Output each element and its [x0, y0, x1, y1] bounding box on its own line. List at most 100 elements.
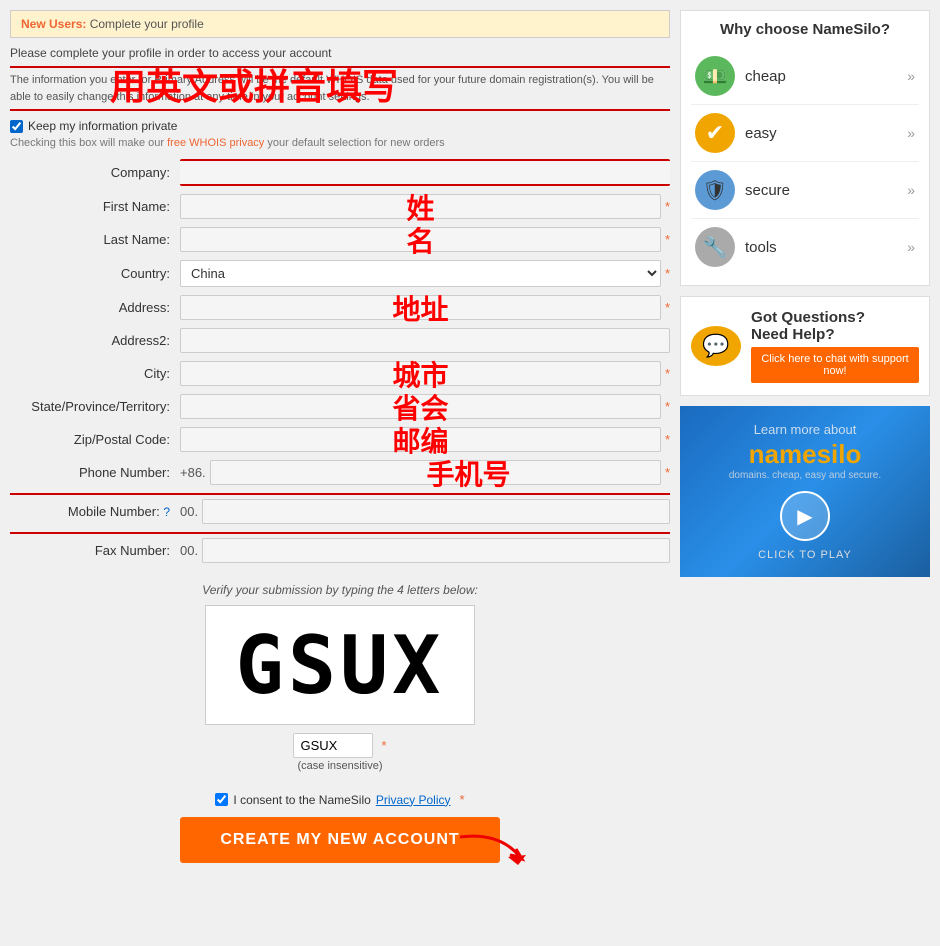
mobile-input-wrap: 00.	[180, 499, 670, 524]
info-text-block: The information you enter for Primary Ad…	[10, 66, 670, 111]
address2-input-wrap	[180, 328, 670, 353]
mobile-prefix: 00.	[180, 504, 198, 519]
city-row: City: 城市 *	[10, 361, 670, 386]
country-row: Country: China *	[10, 260, 670, 287]
phone-row: Phone Number: +86. 手机号 *	[10, 460, 670, 485]
cheap-icon: 💵	[695, 56, 735, 96]
address2-row: Address2:	[10, 328, 670, 353]
country-label: Country:	[10, 266, 180, 281]
submit-row: CREATE MY NEW ACCOUNT	[10, 817, 670, 863]
sidebar-why-title: Why choose NameSilo?	[691, 21, 919, 38]
state-input-wrap: 省会	[180, 394, 661, 419]
easy-icon: ✔	[695, 113, 735, 153]
lastname-input[interactable]	[180, 227, 661, 252]
captcha-case-note: (case insensitive)	[10, 760, 670, 772]
banner-text: Complete your profile	[90, 17, 204, 31]
privacy-policy-link[interactable]: Privacy Policy	[376, 793, 451, 807]
address-label: Address:	[10, 300, 180, 315]
cheap-chevron-icon: »	[907, 68, 915, 84]
overlay-hint: 用英文或拼音填写	[110, 60, 398, 114]
privacy-note: Checking this box will make our free WHO…	[10, 137, 670, 149]
support-chat-button[interactable]: Click here to chat with support now!	[751, 347, 919, 383]
consent-label: I consent to the NameSilo	[233, 793, 370, 807]
mobile-row: Mobile Number: ? 00.	[10, 499, 670, 524]
mobile-label: Mobile Number: ?	[10, 504, 180, 519]
city-input[interactable]	[180, 361, 661, 386]
lastname-row: Last Name: 名 *	[10, 227, 670, 252]
support-bubble-icon: 💬	[691, 326, 741, 366]
phone-prefix: +86.	[180, 465, 206, 480]
mobile-help-icon[interactable]: ?	[163, 505, 170, 519]
sidebar-item-easy[interactable]: ✔ easy »	[691, 105, 919, 162]
fax-label: Fax Number:	[10, 543, 180, 558]
zip-input[interactable]	[180, 427, 661, 452]
sidebar-item-tools[interactable]: 🔧 tools »	[691, 219, 919, 275]
consent-checkbox[interactable]	[215, 793, 228, 806]
consent-required: *	[460, 792, 465, 807]
sidebar-why-section: Why choose NameSilo? 💵 cheap » ✔ easy » …	[680, 10, 930, 286]
captcha-input[interactable]	[293, 733, 373, 758]
country-input-wrap: China	[180, 260, 661, 287]
click-to-play-text: CLICK TO PLAY	[690, 549, 920, 561]
video-promo-section: Learn more about namesilo domains. cheap…	[680, 406, 930, 577]
captcha-code: GSUX	[236, 619, 445, 712]
state-required: *	[665, 399, 670, 414]
consent-row: I consent to the NameSilo Privacy Policy…	[10, 792, 670, 807]
address2-label: Address2:	[10, 333, 180, 348]
address-input[interactable]	[180, 295, 661, 320]
phone-label: Phone Number:	[10, 465, 180, 480]
city-input-wrap: 城市	[180, 361, 661, 386]
firstname-input[interactable]	[180, 194, 661, 219]
lastname-required: *	[665, 232, 670, 247]
phone-input[interactable]	[210, 460, 661, 485]
whois-link[interactable]: free WHOIS privacy	[167, 137, 264, 149]
tools-label: tools	[745, 239, 907, 256]
firstname-label: First Name:	[10, 199, 180, 214]
captcha-label: Verify your submission by typing the 4 l…	[10, 583, 670, 597]
phone-required: *	[665, 465, 670, 480]
lastname-label: Last Name:	[10, 232, 180, 247]
state-input[interactable]	[180, 394, 661, 419]
company-input[interactable]	[180, 159, 670, 186]
namesilo-brand: namesilo	[690, 439, 920, 470]
lastname-input-wrap: 名	[180, 227, 661, 252]
country-required: *	[665, 266, 670, 281]
address-row: Address: 地址 *	[10, 295, 670, 320]
play-button[interactable]: ▶	[780, 491, 830, 541]
firstname-required: *	[665, 199, 670, 214]
company-row: Company:	[10, 159, 670, 186]
video-learn-text: Learn more about	[690, 422, 920, 437]
privacy-label: Keep my information private	[28, 119, 177, 133]
support-section: 💬 Got Questions? Need Help? Click here t…	[680, 296, 930, 396]
video-tagline: domains. cheap, easy and secure.	[690, 470, 920, 481]
zip-label: Zip/Postal Code:	[10, 432, 180, 447]
privacy-checkbox[interactable]	[10, 120, 23, 133]
firstname-input-wrap: 姓	[180, 194, 661, 219]
company-input-wrap	[180, 159, 670, 186]
brand-name-part: name	[749, 439, 817, 469]
secure-label: secure	[745, 182, 907, 199]
address-input-wrap: 地址	[180, 295, 661, 320]
mobile-input[interactable]	[202, 499, 670, 524]
complete-text: Please complete your profile in order to…	[10, 46, 670, 60]
sidebar-item-cheap[interactable]: 💵 cheap »	[691, 48, 919, 105]
brand-silo-part: silo	[817, 439, 862, 469]
captcha-image: GSUX	[205, 605, 475, 725]
new-users-banner: New Users: Complete your profile	[10, 10, 670, 38]
tools-icon: 🔧	[695, 227, 735, 267]
captcha-input-wrap: *	[293, 733, 386, 758]
country-select[interactable]: China	[180, 260, 661, 287]
city-required: *	[665, 366, 670, 381]
fax-input[interactable]	[202, 538, 670, 563]
address2-input[interactable]	[180, 328, 670, 353]
support-heading1: Got Questions?	[751, 309, 919, 326]
company-label: Company:	[10, 165, 180, 180]
captcha-section: Verify your submission by typing the 4 l…	[10, 583, 670, 772]
sidebar-item-secure[interactable]: 🛡 secure »	[691, 162, 919, 219]
city-label: City:	[10, 366, 180, 381]
zip-row: Zip/Postal Code: 邮编 *	[10, 427, 670, 452]
privacy-row: Keep my information private	[10, 119, 670, 133]
state-row: State/Province/Territory: 省会 *	[10, 394, 670, 419]
support-heading2: Need Help?	[751, 326, 919, 343]
state-label: State/Province/Territory:	[10, 399, 180, 414]
